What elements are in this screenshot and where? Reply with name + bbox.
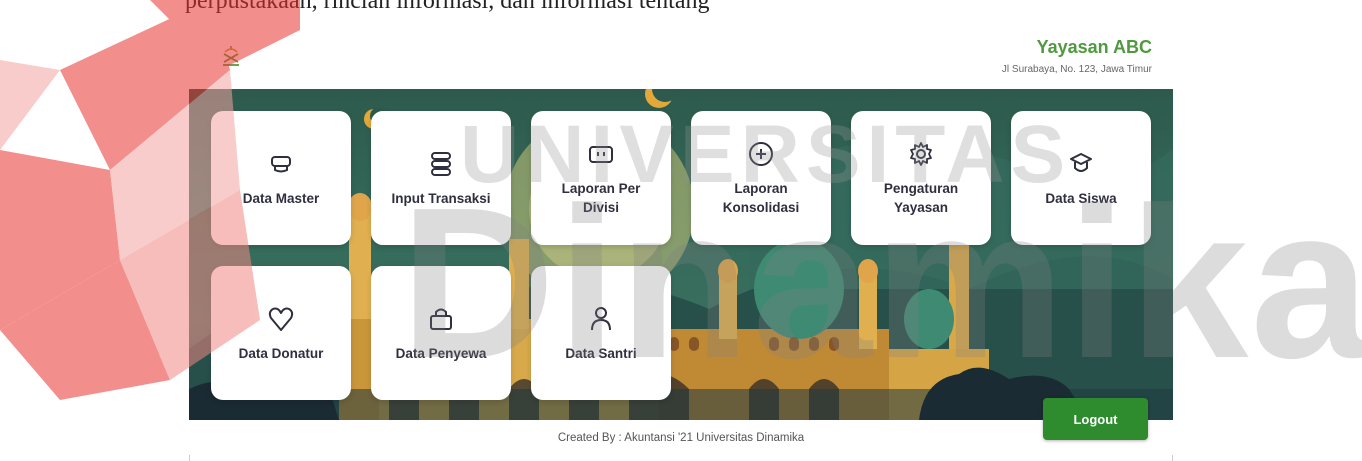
footer-divider-right (1172, 455, 1173, 461)
document-caption: perpustakaan, rincian informasi, dan inf… (185, 0, 710, 14)
tile-data-santri[interactable]: Data Santri (531, 266, 671, 400)
tile-label: Data Siswa (1045, 190, 1117, 206)
report-box-icon (586, 139, 616, 169)
tile-label: Data Master (242, 190, 320, 206)
tile-label: Input Transaksi (391, 190, 491, 206)
footer-divider-left (189, 455, 190, 461)
tile-label: Data Donatur (238, 345, 324, 361)
database-icon (266, 149, 296, 179)
tile-pengaturan-yayasan[interactable]: Pengaturan Yayasan (851, 111, 991, 245)
tile-label: Data Penyewa (395, 345, 487, 361)
logout-button[interactable]: Logout (1043, 398, 1148, 440)
footer-credit: Created By : Akuntansi '21 Universitas D… (557, 432, 805, 444)
tile-input-transaksi[interactable]: Input Transaksi (371, 111, 511, 245)
tile-laporan-konsolidasi[interactable]: Laporan Konsolidasi (691, 111, 831, 245)
user-icon (586, 304, 616, 334)
bag-icon (426, 304, 456, 334)
tile-label: Laporan Konsolidasi (722, 181, 800, 215)
gear-icon (906, 139, 936, 169)
tile-data-master[interactable]: Data Master (211, 111, 351, 245)
tile-data-siswa[interactable]: Data Siswa (1011, 111, 1151, 245)
tile-label: Laporan Per Divisi (561, 181, 641, 215)
graduation-cap-icon (1066, 149, 1096, 179)
tile-label: Pengaturan Yayasan (883, 181, 959, 215)
plus-circle-icon (746, 139, 776, 169)
organization-address: Jl Surabaya, No. 123, Jawa Timur (1001, 64, 1152, 75)
tile-data-penyewa[interactable]: Data Penyewa (371, 266, 511, 400)
organization-name: Yayasan ABC (1036, 37, 1152, 57)
tile-laporan-per-divisi[interactable]: Laporan Per Divisi (531, 111, 671, 245)
stack-icon (426, 149, 456, 179)
yayasan-logo-icon (221, 44, 241, 68)
tile-label: Data Santri (565, 345, 637, 361)
tile-data-donatur[interactable]: Data Donatur (211, 266, 351, 400)
heart-icon (266, 304, 296, 334)
